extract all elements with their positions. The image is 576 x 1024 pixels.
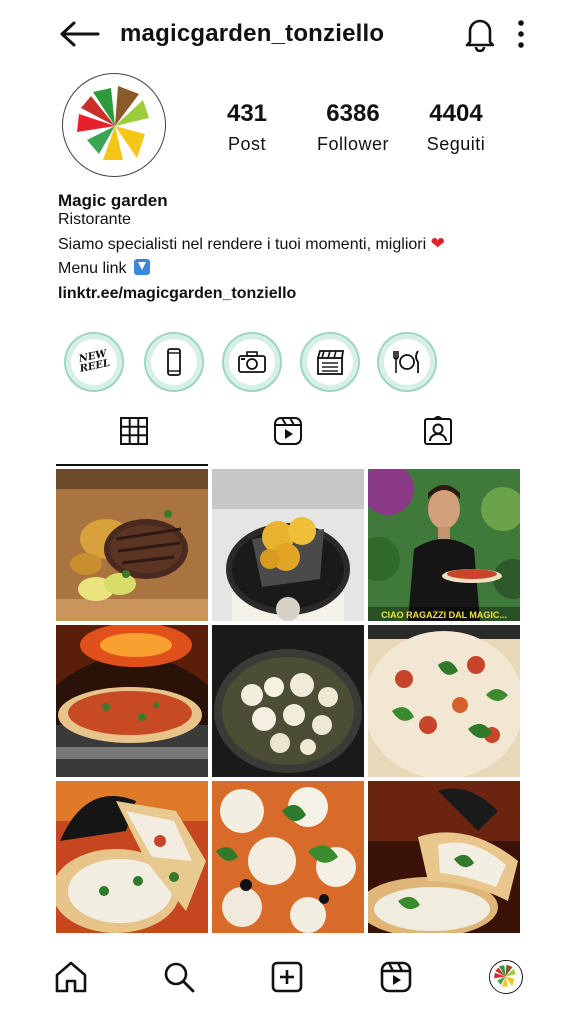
bio-link[interactable]: linktr.ee/magicgarden_tonziello xyxy=(58,285,296,303)
pizza-crust-photo xyxy=(368,781,520,933)
post-thumbnail[interactable] xyxy=(368,781,520,933)
chef-with-pizza-photo: CIAO RAGAZZI DAL MAGIC... xyxy=(368,469,520,621)
highlight-phone[interactable] xyxy=(144,332,204,392)
stat-posts[interactable]: 431 Post xyxy=(192,100,302,156)
new-reel-icon: NEW REEL xyxy=(78,348,112,375)
post-thumbnail[interactable] xyxy=(212,625,364,777)
reels-icon[interactable] xyxy=(379,960,413,994)
home-icon[interactable] xyxy=(54,960,88,994)
post-thumbnail[interactable] xyxy=(368,625,520,777)
steak-with-potatoes-photo xyxy=(56,469,208,621)
post-thumbnail[interactable] xyxy=(56,625,208,777)
more-vertical-icon[interactable] xyxy=(511,18,531,50)
profile-avatar[interactable] xyxy=(62,73,166,177)
back-arrow-icon[interactable] xyxy=(58,18,102,50)
tagged-icon[interactable] xyxy=(423,416,453,446)
pizza-topping-photo xyxy=(368,625,520,777)
bio-name: Magic garden xyxy=(58,191,168,210)
post-thumbnail[interactable]: CIAO RAGAZZI DAL MAGIC... xyxy=(368,469,520,621)
stat-posts-label: Post xyxy=(227,134,267,154)
cutlery-icon xyxy=(393,350,419,373)
stat-followers[interactable]: 6386 Follower xyxy=(298,100,408,156)
reel-caption: CIAO RAGAZZI DAL MAGIC... xyxy=(381,610,507,620)
stat-following[interactable]: 4404 Seguiti xyxy=(401,100,511,156)
clapperboard-icon xyxy=(317,350,345,375)
heart-icon: ❤ xyxy=(430,234,445,253)
stat-posts-count: 431 xyxy=(226,100,268,127)
stat-followers-count: 6386 xyxy=(326,100,380,127)
fried-balls-basket-photo xyxy=(212,469,364,621)
pan-mozzarella-photo xyxy=(212,625,364,777)
phone-icon xyxy=(167,348,181,376)
highlight-new-reel[interactable]: NEW REEL xyxy=(64,332,124,392)
add-post-icon[interactable] xyxy=(270,960,304,994)
magic-garden-logo-small xyxy=(490,961,521,992)
post-thumbnail[interactable] xyxy=(56,469,208,621)
profile-username: magicgarden_tonziello xyxy=(120,20,385,47)
post-thumbnail[interactable] xyxy=(212,781,364,933)
profile-avatar-icon[interactable] xyxy=(489,960,523,994)
highlight-cutlery[interactable] xyxy=(377,332,437,392)
bell-icon[interactable] xyxy=(463,16,497,52)
pizza-slice-gloves-photo xyxy=(56,781,208,933)
camera-icon xyxy=(238,351,266,373)
down-arrow-button-icon xyxy=(133,259,150,275)
highlight-clapperboard[interactable] xyxy=(300,332,360,392)
post-thumbnail[interactable] xyxy=(212,469,364,621)
pizza-closeup-photo xyxy=(212,781,364,933)
stat-following-label: Seguiti xyxy=(426,134,486,154)
active-tab-indicator xyxy=(56,464,208,466)
stat-following-count: 4404 xyxy=(429,100,483,127)
bio-description: Siamo specialisti nel rendere i tuoi mom… xyxy=(58,234,445,254)
magic-garden-logo xyxy=(77,86,149,160)
bio-description-text: Siamo specialisti nel rendere i tuoi mom… xyxy=(58,236,427,253)
stat-followers-label: Follower xyxy=(316,134,390,154)
post-thumbnail[interactable] xyxy=(56,781,208,933)
bio-category: Ristorante xyxy=(58,211,131,228)
grid-icon[interactable] xyxy=(119,416,149,446)
search-icon[interactable] xyxy=(162,960,196,994)
pizza-oven-photo xyxy=(56,625,208,777)
highlight-camera[interactable] xyxy=(222,332,282,392)
reels-tab-icon[interactable] xyxy=(273,416,303,446)
bio-menu-line: Menu link xyxy=(58,259,150,278)
bio-menu-text: Menu link xyxy=(58,260,127,277)
